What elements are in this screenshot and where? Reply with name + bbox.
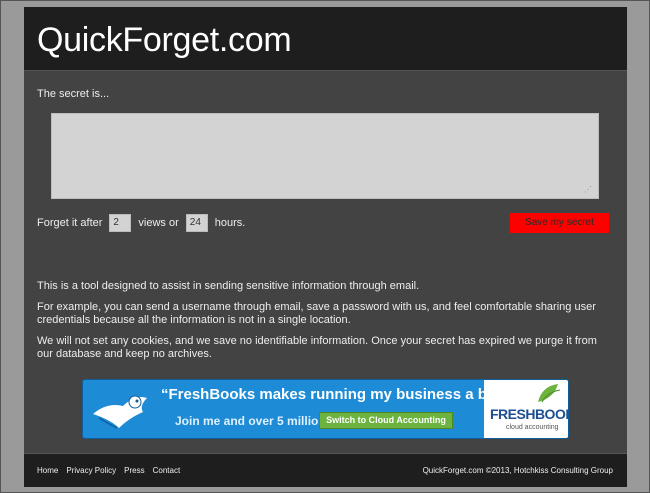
info-paragraph: We will not set any cookies, and we save…: [37, 335, 597, 360]
ad-logo-text: FRESHBOOKS: [490, 406, 568, 422]
freshbooks-logo: FRESHBOOKS cloud accounting: [484, 380, 568, 438]
secret-textarea[interactable]: ⋰: [51, 113, 599, 199]
secret-label: The secret is...: [37, 88, 110, 100]
footer-link-home[interactable]: Home: [37, 466, 58, 475]
footer-nav: Home Privacy Policy Press Contact: [37, 466, 180, 475]
resize-grip-icon[interactable]: ⋰: [584, 186, 592, 194]
footer-link-contact[interactable]: Contact: [153, 466, 181, 475]
page-container: QuickForget.com The secret is... ⋰ Forge…: [24, 7, 627, 487]
ad-subtext: Join me and over 5 million: [175, 414, 326, 428]
footer-link-press[interactable]: Press: [124, 466, 144, 475]
footer-link-privacy[interactable]: Privacy Policy: [66, 466, 116, 475]
leaf-icon: [538, 384, 561, 403]
info-section: This is a tool designed to assist in sen…: [37, 280, 612, 369]
forget-label: Forget it after: [37, 217, 103, 229]
hours-input[interactable]: 24: [185, 214, 208, 232]
views-input[interactable]: 2: [109, 214, 132, 232]
save-secret-button[interactable]: Save my secret: [510, 213, 609, 233]
site-footer: Home Privacy Policy Press Contact QuickF…: [24, 453, 627, 487]
expiry-options: Forget it after 2 views or 24 hours.: [37, 213, 245, 233]
mascot-icon: [93, 395, 147, 429]
ad-tagline: “FreshBooks makes running my business a …: [161, 386, 533, 403]
info-paragraph: This is a tool designed to assist in sen…: [37, 280, 420, 292]
views-label: views or: [138, 217, 179, 229]
site-header: QuickForget.com: [24, 7, 627, 71]
copyright-text: QuickForget.com ©2013, Hotchkiss Consult…: [422, 466, 613, 475]
ad-logo-subtext: cloud accounting: [506, 424, 559, 431]
site-title[interactable]: QuickForget.com: [37, 21, 292, 60]
info-paragraph: For example, you can send a username thr…: [37, 301, 596, 326]
hours-label: hours.: [214, 217, 246, 229]
ad-cta-button[interactable]: Switch to Cloud Accounting: [319, 412, 453, 429]
freshbooks-ad-banner[interactable]: “FreshBooks makes running my business a …: [82, 379, 569, 439]
